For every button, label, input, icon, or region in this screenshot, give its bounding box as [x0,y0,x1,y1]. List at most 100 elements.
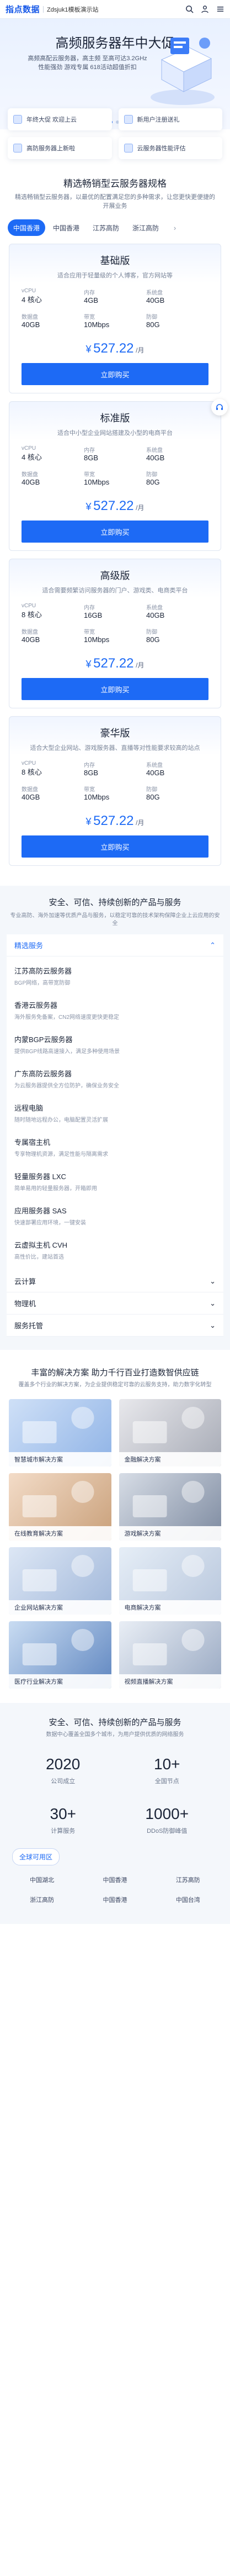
chevron-down-icon: ⌄ [210,1276,216,1285]
product-item[interactable]: 远程电脑 随时随地远程办公，电脑配置灵活扩展 [14,1096,216,1130]
feature-item[interactable]: 云服务器性能评估 [118,137,222,159]
spec-grid: vCPU 4 核心 内存 4GB 系统盘 40GB 数据盘 40GB 带宽 10Mbps … [22,288,208,334]
user-icon[interactable] [200,5,209,14]
search-icon[interactable] [185,5,194,14]
spec-value: 80G [146,320,160,329]
buy-button[interactable]: 立即购买 [22,363,208,385]
gift-icon [124,115,133,124]
tab-region[interactable]: 浙江高防 [127,219,164,236]
solution-card[interactable]: 游戏解决方案 [119,1473,221,1541]
stat-label: 公司成立 [51,1778,76,1785]
stat-item: 1000+ DDoS防御峰值 [115,1795,220,1845]
feature-item[interactable]: 新用户注册送礼 [118,108,222,130]
accordion-label: 精选服务 [14,942,44,950]
logo[interactable]: 指点数据 [6,3,40,15]
feature-item[interactable]: 高防服务器上新啦 [8,137,112,159]
feature-item[interactable]: 年终大促 欢迎上云 [8,108,112,130]
stat-item: 2020 公司成立 [11,1746,115,1795]
product-item[interactable]: 应用服务器 SAS 快速部署应用环境，一键安装 [14,1198,216,1233]
product-item[interactable]: 广东高防云服务器 为云服务器提供全方位防护，确保业务安全 [14,1061,216,1096]
spec-key: 系统盘 [146,290,163,296]
product-item[interactable]: 云虚拟主机 CVH 高性价比，建站首选 [14,1233,216,1267]
spec-key: vCPU [22,288,36,294]
accordion-header[interactable]: 物理机 ⌄ [7,1292,223,1315]
solution-label: 游戏解决方案 [119,1526,221,1541]
product-desc: 随时随地远程办公，电脑配置灵活扩展 [14,1117,108,1123]
solution-card[interactable]: 电商解决方案 [119,1547,221,1615]
price-unit: /月 [136,661,145,669]
accordion-label: 服务托管 [14,1322,44,1330]
product-name: 远程电脑 [14,1104,44,1112]
spec-value: 40GB [22,635,40,644]
headset-icon[interactable] [211,399,228,416]
accordion: 精选服务 ⌃ 江苏高防云服务器 BGP网络，高带宽防御 香港云服务器 海外服务免… [7,934,223,1337]
spec-key: 数据盘 [22,629,38,635]
accordion-header[interactable]: 精选服务 ⌃ [7,934,223,956]
spec-grid: vCPU 4 核心 内存 8GB 系统盘 40GB 数据盘 40GB 带宽 10Mbps … [22,445,208,492]
plan-name: 豪华版 [100,728,130,739]
solution-image [22,1555,94,1591]
product-item[interactable]: 香港云服务器 海外服务免备案，CN2网络速度更快更稳定 [14,993,216,1027]
product-name: 专属宿主机 [14,1138,51,1147]
shield-icon [13,144,22,153]
solution-card[interactable]: 在线教育解决方案 [9,1473,111,1541]
menu-icon[interactable] [216,5,224,14]
spec-value: 40GB [146,454,165,462]
product-name: 香港云服务器 [14,1001,58,1010]
spec-key: 带宽 [84,314,95,320]
node-grid: 中国湖北 中国香港 江苏高防浙江高防 中国香港 中国台湾 [6,1872,224,1918]
product-section: 安全、可信、持续创新的产品与服务 专业高防、海外加速等优质产品与服务，以稳定可靠… [0,886,230,1350]
product-item[interactable]: 江苏高防云服务器 BGP网络，高带宽防御 [14,959,216,993]
plan-desc: 适合需要频繁访问服务器的门户、游戏类、电商类平台 [42,587,188,594]
plan-desc: 适合应用于轻量级的个人博客，官方网站等 [57,272,173,279]
accordion-header[interactable]: 服务托管 ⌄ [7,1315,223,1337]
tab-region[interactable]: 中国香港 [47,219,85,236]
chevron-right-icon[interactable]: › [167,219,183,236]
spec-value: 40GB [146,769,165,777]
solution-card[interactable]: 智慧城市解决方案 [9,1399,111,1466]
node-item[interactable]: 中国台湾 [152,1892,224,1907]
solution-label: 智慧城市解决方案 [9,1452,111,1466]
solution-card[interactable]: 企业网站解决方案 [9,1547,111,1615]
spec-key: vCPU [22,760,36,766]
spec-grid: vCPU 8 核心 内存 16GB 系统盘 40GB 数据盘 40GB 带宽 10Mbps… [22,603,208,649]
spec-value: 8GB [84,454,99,462]
page: 指点数据 Zdsjuk1模板演示站 高频服务器年中大促 高频高配云服务器，高主频… [0,0,230,2576]
spec-value: 16GB [84,611,103,619]
feature-label: 新用户注册送礼 [137,117,180,123]
tab-region[interactable]: 江苏高防 [87,219,125,236]
solution-image [22,1407,94,1443]
tab-region[interactable]: 中国香港 [8,219,46,236]
node-item[interactable]: 中国湖北 [6,1872,78,1888]
product-name: 广东高防云服务器 [14,1070,72,1078]
product-name: 轻量服务器 LXC [14,1173,66,1181]
buy-button[interactable]: 立即购买 [22,678,208,700]
solution-card[interactable]: 医疗行业解决方案 [9,1621,111,1689]
spec-key: 带宽 [84,472,95,478]
buy-button[interactable]: 立即购买 [22,521,208,543]
solution-card[interactable]: 金融解决方案 [119,1399,221,1466]
nodes-title[interactable]: 全球可用区 [12,1848,60,1865]
accordion-header[interactable]: 云计算 ⌄ [7,1270,223,1292]
spec-value: 40GB [22,478,40,486]
node-item[interactable]: 江苏高防 [152,1872,224,1888]
product-item[interactable]: 内蒙BGP云服务器 提供BGP线路高速接入，满足多种使用场景 [14,1027,216,1061]
plan-desc: 适合中小型企业网站搭建及小型的电商平台 [57,430,173,437]
chevron-up-icon: ⌃ [210,940,216,949]
solution-image [132,1555,205,1591]
buy-button[interactable]: 立即购买 [22,835,208,858]
product-item[interactable]: 轻量服务器 LXC 简单易用的轻量服务器，开箱即用 [14,1164,216,1198]
product-subtitle: 专业高防、海外加速等优质产品与服务，以稳定可靠的技术架构保障企业上云应用的安全 [10,913,220,927]
solution-card[interactable]: 视频直播解决方案 [119,1621,221,1689]
product-item[interactable]: 专属宿主机 专享物理机资源，满足性能与隔离需求 [14,1130,216,1164]
stat-label: DDoS防御峰值 [147,1828,188,1834]
node-item[interactable]: 中国香港 [78,1892,151,1907]
product-desc: BGP网络，高带宽防御 [14,980,71,986]
node-item[interactable]: 中国香港 [78,1872,151,1888]
spec-value: 80G [146,793,160,801]
spec-value: 40GB [146,296,165,304]
chevron-down-icon: ⌄ [210,1321,216,1329]
solution-image [132,1481,205,1517]
price-unit: /月 [136,504,145,512]
node-item[interactable]: 浙江高防 [6,1892,78,1907]
